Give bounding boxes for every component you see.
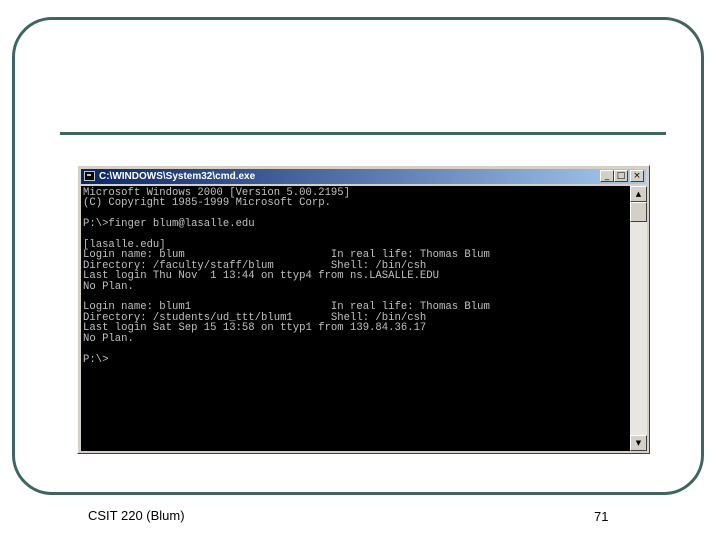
footer-course: CSIT 220 (Blum) xyxy=(88,508,185,523)
scroll-up-button[interactable]: ▲ xyxy=(630,186,647,202)
console-line: No Plan. xyxy=(83,332,134,345)
console-line: No Plan. xyxy=(83,280,134,293)
window-title: C:\WINDOWS\System32\cmd.exe xyxy=(99,171,256,182)
console-line: Last login Thu Nov 1 13:44 on ttyp4 from… xyxy=(83,270,440,283)
console-line: P:\> xyxy=(83,353,109,366)
console-text: Microsoft Windows 2000 [Version 5.00.219… xyxy=(81,186,630,365)
console-line: Last login Sat Sep 15 13:58 on ttyp1 fro… xyxy=(83,322,427,335)
vertical-scrollbar[interactable]: ▲ ▼ xyxy=(630,186,647,451)
cmd-app-icon[interactable] xyxy=(84,171,95,181)
close-button[interactable]: × xyxy=(630,170,644,182)
minimize-button[interactable]: _ xyxy=(600,170,614,182)
scroll-down-button[interactable]: ▼ xyxy=(630,435,647,451)
title-divider xyxy=(60,132,666,135)
window-titlebar[interactable]: C:\WINDOWS\System32\cmd.exe _ □ × xyxy=(81,169,646,184)
window-controls: _ □ × xyxy=(600,170,644,182)
console-output[interactable]: Microsoft Windows 2000 [Version 5.00.219… xyxy=(81,186,630,451)
console-line: P:\>finger blum@lasalle.edu xyxy=(83,218,255,231)
console-line: (C) Copyright 1985-1999 Microsoft Corp. xyxy=(83,197,331,210)
footer-page-number: 71 xyxy=(594,509,609,524)
scroll-thumb[interactable] xyxy=(630,202,647,222)
maximize-button[interactable]: □ xyxy=(614,170,628,182)
cmd-window[interactable]: C:\WINDOWS\System32\cmd.exe _ □ × Micros… xyxy=(77,165,650,454)
